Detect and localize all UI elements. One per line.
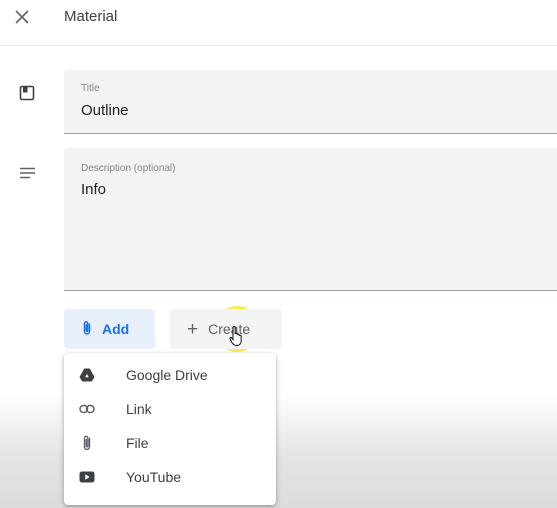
description-field-value[interactable]: Info xyxy=(81,181,106,198)
add-button-label: Add xyxy=(102,321,130,337)
title-field[interactable]: Title Outline xyxy=(64,70,557,134)
menu-item-label: File xyxy=(126,435,149,451)
paperclip-icon xyxy=(78,434,96,452)
paperclip-icon xyxy=(82,320,92,339)
add-menu: Google Drive Link File YouTube xyxy=(64,353,276,505)
menu-item-file[interactable]: File xyxy=(64,425,276,459)
description-field[interactable]: Description (optional) Info xyxy=(64,148,557,291)
youtube-icon xyxy=(78,468,96,486)
add-button[interactable]: Add xyxy=(64,309,155,349)
hand-cursor-icon xyxy=(229,325,245,352)
plus-icon: + xyxy=(187,318,199,340)
description-field-label: Description (optional) xyxy=(81,163,176,174)
create-button[interactable]: + Create xyxy=(170,309,282,349)
description-icon xyxy=(19,166,36,184)
header-bar: Material xyxy=(0,0,557,46)
google-drive-icon xyxy=(78,366,96,384)
title-icon xyxy=(19,85,35,106)
title-field-label: Title xyxy=(81,83,100,94)
material-editor: Material Title Outline Description (opti… xyxy=(0,0,557,508)
menu-item-link[interactable]: Link xyxy=(64,391,276,425)
link-icon xyxy=(78,400,96,418)
menu-item-google-drive[interactable]: Google Drive xyxy=(64,357,276,391)
close-button[interactable] xyxy=(13,8,31,26)
menu-item-label: YouTube xyxy=(126,469,182,485)
menu-item-label: Link xyxy=(126,401,152,417)
menu-item-label: Google Drive xyxy=(126,367,208,383)
title-field-value[interactable]: Outline xyxy=(81,102,129,119)
page-title: Material xyxy=(64,8,118,25)
menu-item-youtube[interactable]: YouTube xyxy=(64,459,276,493)
close-icon xyxy=(15,10,29,24)
